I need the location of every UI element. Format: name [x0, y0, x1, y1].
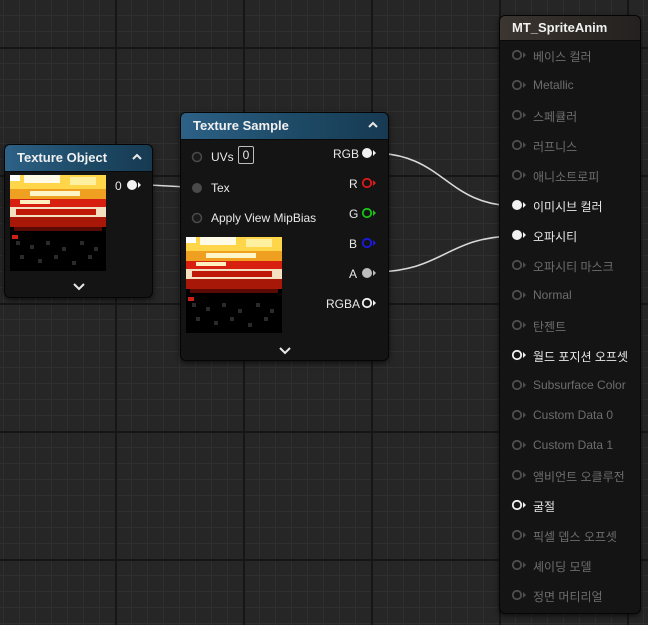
material-input-label: 정면 머티리얼 [533, 590, 603, 604]
output-0-label: 0 [115, 179, 122, 193]
material-input-label: 베이스 컬러 [533, 50, 592, 64]
texture-sample-header[interactable]: Texture Sample [181, 113, 388, 140]
pin-circle-icon[interactable] [191, 151, 203, 163]
pin-circle-icon[interactable] [361, 207, 377, 219]
pin-circle-icon[interactable] [511, 319, 527, 331]
material-input-label: 픽셀 뎁스 오프셋 [533, 530, 617, 544]
material-input-label: Subsurface Color [533, 378, 626, 392]
material-input-label: 굴절 [533, 500, 556, 514]
uvs-value-field[interactable]: 0 [238, 146, 254, 164]
pin-circle-icon[interactable] [511, 439, 527, 451]
material-input-label: 탄젠트 [533, 320, 567, 334]
pin-circle-icon[interactable] [511, 379, 527, 391]
chevron-up-icon[interactable] [131, 151, 143, 163]
pin-circle-icon[interactable] [511, 349, 527, 361]
pin-circle-icon[interactable] [511, 49, 527, 61]
texture-thumbnail [10, 175, 106, 271]
g-output-label: G [349, 207, 359, 221]
material-input-label: Metallic [533, 78, 574, 92]
pin-circle-icon[interactable] [511, 259, 527, 271]
b-output-label: B [349, 237, 358, 251]
material-input-label: Custom Data 0 [533, 408, 614, 422]
pin-circle-icon[interactable] [361, 267, 377, 279]
pin-circle-icon[interactable] [361, 237, 377, 249]
texture-sample-node[interactable]: Texture Sample UVs 0 Tex Apply View MipB… [180, 112, 389, 361]
pin-circle-icon[interactable] [511, 139, 527, 151]
material-input-label: 애니소트로피 [533, 170, 600, 184]
material-input-label: 오파시티 마스크 [533, 260, 614, 274]
apply-view-mipbias-label: Apply View MipBias [211, 211, 317, 225]
pin-circle-icon[interactable] [126, 179, 142, 191]
texture-object-node[interactable]: Texture Object 0 [4, 144, 153, 298]
node-title: Texture Sample [193, 118, 289, 133]
material-input-label: 월드 포지션 오프셋 [533, 350, 628, 364]
pin-circle-icon[interactable] [361, 177, 377, 189]
material-input-label: Normal [533, 288, 572, 302]
wire-alpha-to-opacity [371, 235, 518, 273]
pin-circle-icon[interactable] [511, 199, 527, 211]
chevron-down-icon[interactable] [72, 281, 86, 291]
material-input-label: 이미시브 컬러 [533, 200, 603, 214]
pin-circle-icon[interactable] [511, 529, 527, 541]
r-output-label: R [349, 177, 358, 191]
pin-circle-icon[interactable] [511, 589, 527, 601]
wire-rgb-to-emissive [371, 152, 518, 207]
chevron-up-icon[interactable] [367, 119, 379, 131]
material-input-label: 앰비언트 오클루전 [533, 470, 625, 484]
a-output-label: A [349, 267, 358, 281]
pin-circle-icon[interactable] [511, 169, 527, 181]
material-input-label: 셰이딩 모델 [533, 560, 592, 574]
pin-circle-icon[interactable] [361, 297, 377, 309]
pin-circle-icon[interactable] [511, 229, 527, 241]
pin-circle-icon[interactable] [361, 147, 377, 159]
pin-circle-icon[interactable] [511, 289, 527, 301]
chevron-down-icon[interactable] [278, 345, 292, 355]
pin-circle-icon[interactable] [191, 212, 203, 224]
pin-circle-icon[interactable] [511, 79, 527, 91]
pin-circle-icon[interactable] [511, 499, 527, 511]
rgb-output-label: RGB [333, 147, 360, 161]
tex-input-label: Tex [211, 181, 230, 195]
pin-circle-icon[interactable] [511, 559, 527, 571]
material-input-label: 오파시티 [533, 230, 578, 244]
material-result-node[interactable]: MT_SpriteAnim 베이스 컬러 Metallic 스페큘러러프니스애니소트… [499, 15, 641, 614]
pin-circle-icon[interactable] [191, 182, 203, 194]
rgba-output-label: RGBA [326, 297, 361, 311]
pin-circle-icon[interactable] [511, 469, 527, 481]
node-title: Texture Object [17, 150, 108, 165]
uvs-input-label: UVs [211, 150, 234, 164]
pin-circle-icon[interactable] [511, 409, 527, 421]
material-input-label: Custom Data 1 [533, 438, 614, 452]
pin-circle-icon[interactable] [511, 109, 527, 121]
texture-thumbnail [186, 237, 282, 333]
material-input-label: 스페큘러 [533, 110, 578, 124]
node-title: MT_SpriteAnim [512, 20, 608, 35]
material-result-header[interactable]: MT_SpriteAnim [500, 16, 640, 41]
texture-object-header[interactable]: Texture Object [5, 145, 152, 172]
material-input-label: 러프니스 [533, 140, 578, 154]
